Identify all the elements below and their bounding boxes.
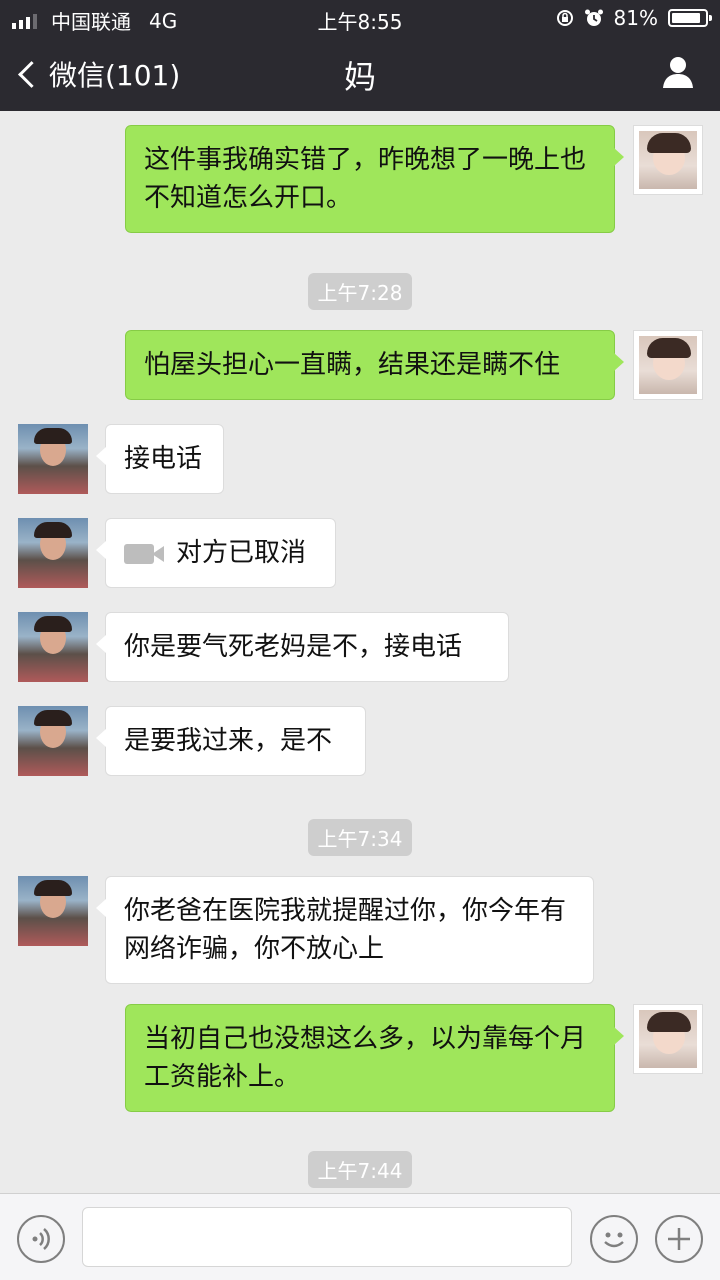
message-text: 你是要气死老妈是不，接电话 <box>124 632 463 662</box>
message-text: 接电话 <box>124 444 203 474</box>
video-call-bubble[interactable]: 对方已取消 <box>96 518 336 588</box>
top-bar: 中国联通 4G 上午8:55 81% 微信(101) 妈 <box>0 0 720 111</box>
message-text: 当初自己也没想这么多，以为靠每个月工资能补上。 <box>144 1024 587 1092</box>
my-avatar[interactable] <box>633 1004 703 1074</box>
message-bubble-sent[interactable]: 这件事我确实错了，昨晚想了一晚上也不知道怎么开口。 <box>125 125 624 233</box>
my-avatar[interactable] <box>633 330 703 400</box>
message-bubble-received[interactable]: 是要我过来，是不 <box>96 706 366 776</box>
plus-icon <box>668 1228 690 1250</box>
message-bubble-received[interactable]: 你是要气死老妈是不，接电话 <box>96 612 509 682</box>
emoji-icon <box>604 1232 624 1248</box>
timestamp: 上午7:34 <box>0 819 720 856</box>
status-bar: 中国联通 4G 上午8:55 81% <box>0 0 720 36</box>
input-bar <box>0 1193 720 1280</box>
chat-title: 妈 <box>343 58 376 96</box>
message-input[interactable] <box>82 1207 572 1267</box>
message-text: 对方已取消 <box>176 538 307 568</box>
timestamp: 上午7:44 <box>0 1151 720 1188</box>
alarm-icon <box>584 9 603 26</box>
profile-icon[interactable] <box>660 54 696 90</box>
message-bubble-sent[interactable]: 当初自己也没想这么多，以为靠每个月工资能补上。 <box>125 1004 624 1112</box>
contact-avatar[interactable] <box>18 706 88 776</box>
message-bubble-received[interactable]: 你老爸在医院我就提醒过你，你今年有网络诈骗，你不放心上 <box>96 876 594 984</box>
message-bubble-received[interactable]: 接电话 <box>96 424 224 494</box>
chat-area[interactable]: 这件事我确实错了，昨晚想了一晚上也不知道怎么开口。 上午7:28 怕屋头担心一直… <box>0 111 720 1193</box>
my-avatar[interactable] <box>633 125 703 195</box>
voice-icon <box>32 1228 50 1250</box>
message-text: 是要我过来，是不 <box>124 726 333 756</box>
battery-icon <box>668 9 712 27</box>
message-text: 这件事我确实错了，昨晚想了一晚上也不知道怎么开口。 <box>144 145 587 213</box>
rotation-lock-icon <box>556 10 573 26</box>
nav-bar: 微信(101) 妈 <box>0 36 720 111</box>
emoji-button[interactable] <box>590 1215 638 1263</box>
voice-toggle-button[interactable] <box>17 1215 65 1263</box>
message-text: 你老爸在医院我就提醒过你，你今年有网络诈骗，你不放心上 <box>124 896 567 964</box>
video-call-icon <box>124 543 164 564</box>
contact-avatar[interactable] <box>18 518 88 588</box>
contact-avatar[interactable] <box>18 612 88 682</box>
message-bubble-sent[interactable]: 怕屋头担心一直瞒，结果还是瞒不住 <box>125 330 624 400</box>
timestamp: 上午7:28 <box>0 273 720 310</box>
more-button[interactable] <box>655 1215 703 1263</box>
message-text: 怕屋头担心一直瞒，结果还是瞒不住 <box>144 350 561 380</box>
battery-percent: 81% <box>613 6 658 30</box>
contact-avatar[interactable] <box>18 876 88 946</box>
contact-avatar[interactable] <box>18 424 88 494</box>
